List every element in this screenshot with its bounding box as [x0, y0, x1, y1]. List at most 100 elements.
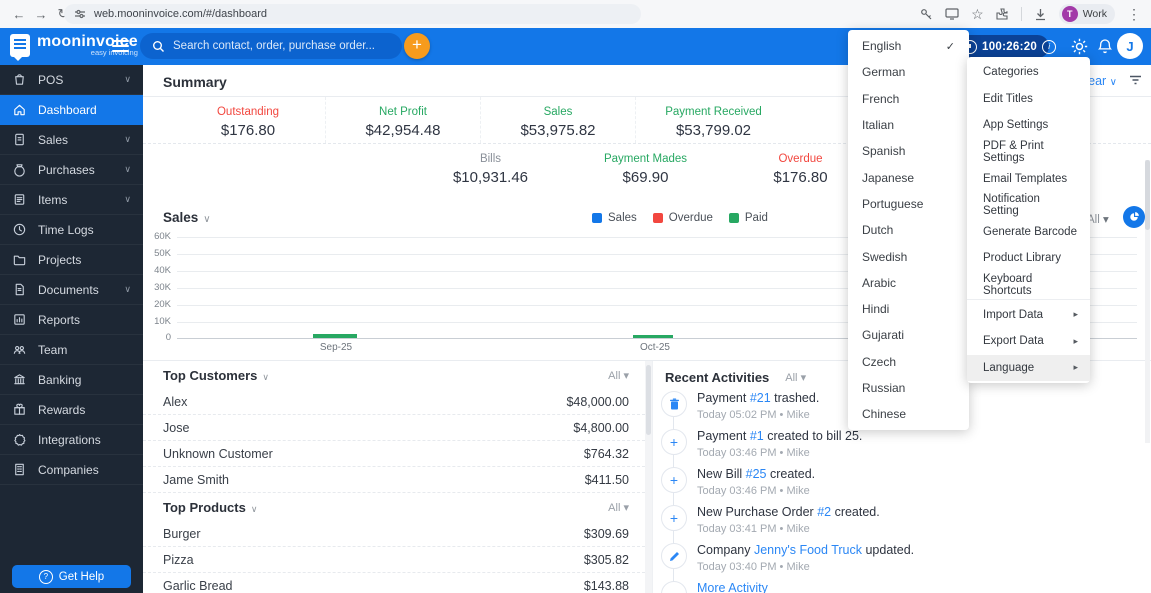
- activity-link[interactable]: #2: [817, 505, 831, 519]
- sidebar-item-purchases[interactable]: Purchases ∨: [0, 155, 143, 185]
- filter-icon[interactable]: [1128, 73, 1143, 87]
- language-option-hindi[interactable]: Hindi: [848, 296, 969, 322]
- product-row[interactable]: Pizza $305.82: [143, 547, 645, 573]
- downloads-icon[interactable]: [1034, 8, 1047, 21]
- sidebar-item-banking[interactable]: Banking: [0, 365, 143, 395]
- pencil-icon: [661, 543, 687, 569]
- y-tick: 40K: [154, 265, 171, 276]
- browser-forward-button[interactable]: →: [30, 7, 52, 22]
- sidebar-item-dashboard[interactable]: Dashboard: [0, 95, 143, 125]
- activity-item[interactable]: Company Jenny's Food Truck updated. Toda…: [653, 543, 1133, 581]
- language-option-english[interactable]: English ✓: [848, 33, 969, 59]
- browser-profile-chip[interactable]: T Work: [1058, 4, 1115, 24]
- extensions-icon[interactable]: [996, 7, 1009, 21]
- paid-bar-oct-25[interactable]: [633, 335, 673, 338]
- get-help-button[interactable]: ? Get Help: [12, 565, 131, 588]
- language-option-spanish[interactable]: Spanish: [848, 138, 969, 164]
- menu-item-keyboard-shortcuts[interactable]: Keyboard Shortcuts: [967, 272, 1090, 299]
- activity-link[interactable]: Jenny's Food Truck: [754, 543, 862, 557]
- list-scrollbar[interactable]: [645, 361, 652, 593]
- menu-item-app-settings[interactable]: App Settings: [967, 112, 1090, 139]
- language-option-russian[interactable]: Russian: [848, 375, 969, 401]
- chart-title-dropdown[interactable]: Sales ∨: [163, 210, 211, 225]
- activities-filter[interactable]: All ▾: [785, 371, 806, 384]
- customer-row[interactable]: Jame Smith $411.50: [143, 467, 645, 493]
- sidebar-item-pos[interactable]: POS ∨: [0, 65, 143, 95]
- activity-item[interactable]: + Payment #1 created to bill 25. Today 0…: [653, 429, 1133, 467]
- sidebar-item-companies[interactable]: Companies: [0, 455, 143, 485]
- sidebar-item-sales[interactable]: Sales ∨: [0, 125, 143, 155]
- paid-bar-sep-25[interactable]: [313, 334, 357, 338]
- add-new-button[interactable]: +: [404, 33, 430, 59]
- password-key-icon[interactable]: [920, 8, 933, 21]
- language-option-portuguese[interactable]: Portuguese: [848, 191, 969, 217]
- language-option-japanese[interactable]: Japanese: [848, 164, 969, 190]
- activity-link[interactable]: #25: [746, 467, 767, 481]
- language-option-french[interactable]: French: [848, 86, 969, 112]
- activity-link[interactable]: #1: [750, 429, 764, 443]
- top-customers-filter[interactable]: All ▾: [608, 369, 629, 382]
- bookmark-star-icon[interactable]: ☆: [971, 6, 984, 23]
- timer-info-icon[interactable]: i: [1042, 39, 1057, 54]
- sidebar-item-items[interactable]: Items ∨: [0, 185, 143, 215]
- activity-link[interactable]: #21: [750, 391, 771, 405]
- legend-overdue[interactable]: Overdue: [652, 212, 713, 224]
- product-row[interactable]: Burger $309.69: [143, 521, 645, 547]
- menu-divider: [967, 299, 1090, 301]
- address-bar[interactable]: web.mooninvoice.com/#/dashboard: [64, 4, 641, 24]
- global-search-input[interactable]: Search contact, order, purchase order...: [140, 33, 402, 59]
- activity-item[interactable]: More Activity: [653, 581, 1133, 593]
- menu-item-notification-setting[interactable]: Notification Setting: [967, 192, 1090, 219]
- menu-item-import-data[interactable]: Import Data ▸: [967, 301, 1090, 328]
- sidebar-item-reports[interactable]: Reports: [0, 305, 143, 335]
- hamburger-menu-icon[interactable]: [112, 40, 129, 52]
- menu-item-categories[interactable]: Categories: [967, 59, 1090, 86]
- recent-activities-title: Recent Activities: [665, 370, 770, 385]
- language-option-italian[interactable]: Italian: [848, 112, 969, 138]
- sidebar-item-team[interactable]: Team: [0, 335, 143, 365]
- chart-filter-dropdown[interactable]: All ▾: [1087, 212, 1109, 226]
- language-option-german[interactable]: German: [848, 59, 969, 85]
- menu-item-language[interactable]: Language ▸: [967, 354, 1090, 382]
- settings-gear-icon[interactable]: [1070, 37, 1089, 56]
- language-option-chinese[interactable]: Chinese: [848, 401, 969, 427]
- menu-item-generate-barcode[interactable]: Generate Barcode: [967, 219, 1090, 246]
- site-settings-icon[interactable]: [74, 8, 86, 20]
- language-option-swedish[interactable]: Swedish: [848, 243, 969, 269]
- menu-item-email-templates[interactable]: Email Templates: [967, 165, 1090, 192]
- menu-item-edit-titles[interactable]: Edit Titles: [967, 86, 1090, 113]
- y-tick: 60K: [154, 231, 171, 242]
- sidebar-item-integrations[interactable]: Integrations: [0, 425, 143, 455]
- customer-row[interactable]: Jose $4,800.00: [143, 415, 645, 441]
- menu-item-export-data[interactable]: Export Data ▸: [967, 328, 1090, 355]
- chart-type-toggle-button[interactable]: [1123, 206, 1145, 228]
- sidebar-item-rewards[interactable]: Rewards: [0, 395, 143, 425]
- browser-menu-icon[interactable]: ⋮: [1127, 6, 1141, 23]
- timer-widget[interactable]: 100:26:20 i: [955, 35, 1057, 58]
- browser-back-button[interactable]: ←: [8, 7, 30, 22]
- cast-icon[interactable]: [945, 8, 959, 20]
- language-option-czech[interactable]: Czech: [848, 349, 969, 375]
- top-products-filter[interactable]: All ▾: [608, 501, 629, 514]
- legend-paid[interactable]: Paid: [728, 212, 768, 224]
- top-customers-title-dropdown[interactable]: Top Customers ∨: [163, 368, 269, 383]
- activity-item[interactable]: + New Bill #25 created. Today 03:46 PM •…: [653, 467, 1133, 505]
- more-activity-link[interactable]: More Activity: [697, 581, 768, 593]
- sidebar-item-documents[interactable]: Documents ∨: [0, 275, 143, 305]
- language-option-dutch[interactable]: Dutch: [848, 217, 969, 243]
- language-option-gujarati[interactable]: Gujarati: [848, 322, 969, 348]
- product-row[interactable]: Garlic Bread $143.88: [143, 573, 645, 593]
- customer-row[interactable]: Alex $48,000.00: [143, 389, 645, 415]
- menu-item-product-library[interactable]: Product Library: [967, 245, 1090, 272]
- main-scrollbar[interactable]: [1145, 160, 1150, 443]
- menu-item-pdf-print-settings[interactable]: PDF & Print Settings: [967, 139, 1090, 166]
- notifications-bell-icon[interactable]: [1097, 38, 1113, 55]
- language-option-arabic[interactable]: Arabic: [848, 270, 969, 296]
- legend-sales[interactable]: Sales: [592, 212, 637, 224]
- sidebar-item-time-logs[interactable]: Time Logs: [0, 215, 143, 245]
- user-avatar[interactable]: J: [1117, 33, 1143, 59]
- top-products-title-dropdown[interactable]: Top Products ∨: [163, 500, 257, 515]
- sidebar-item-projects[interactable]: Projects: [0, 245, 143, 275]
- customer-row[interactable]: Unknown Customer $764.32: [143, 441, 645, 467]
- activity-item[interactable]: + New Purchase Order #2 created. Today 0…: [653, 505, 1133, 543]
